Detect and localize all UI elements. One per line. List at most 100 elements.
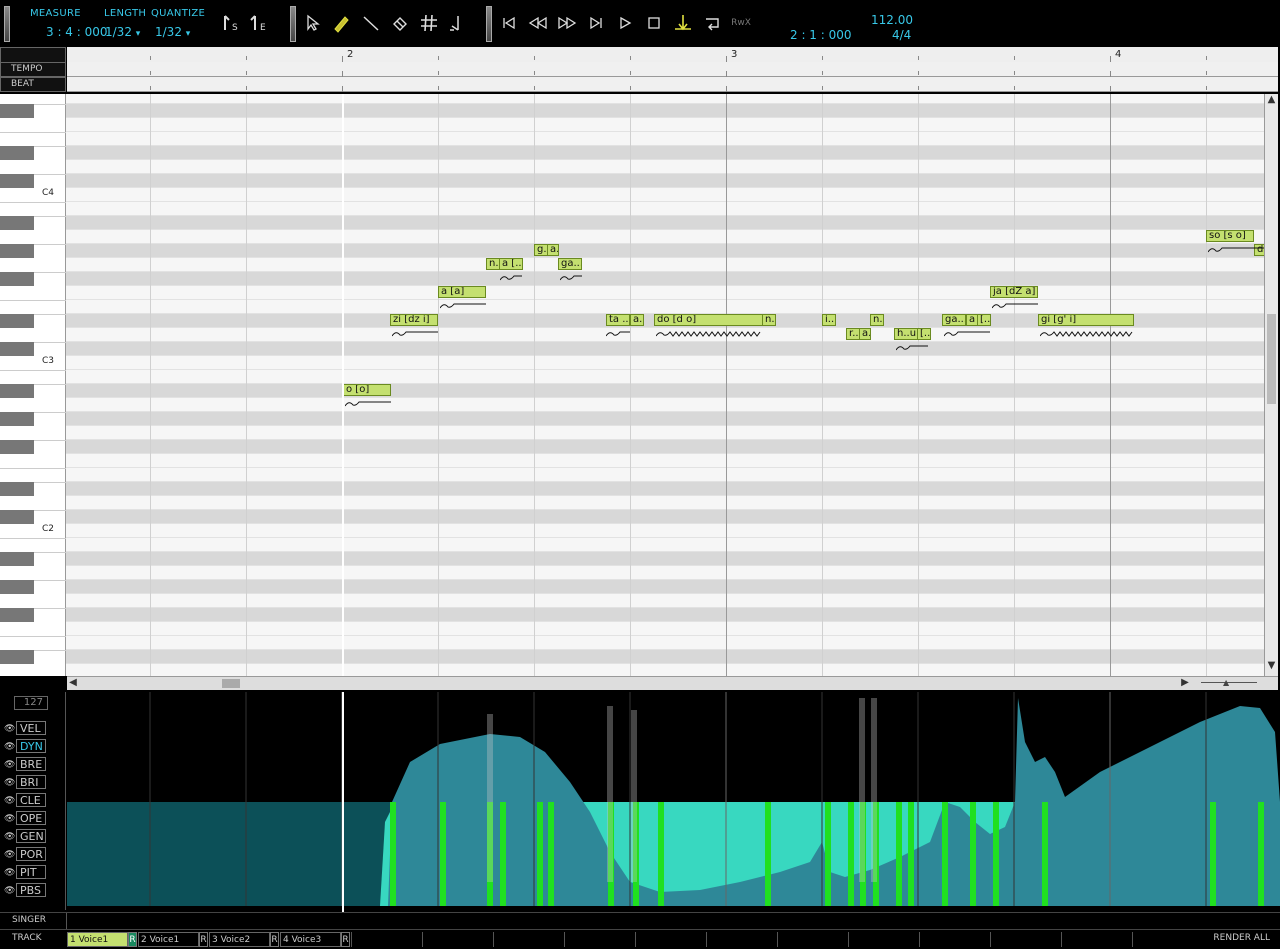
note[interactable]: ta ... [606, 314, 630, 326]
pitch-row[interactable] [0, 244, 1264, 258]
param-bre[interactable]: 👁 BRE [4, 757, 62, 773]
loop-icon[interactable] [701, 12, 723, 34]
note[interactable]: do [d o] [654, 314, 764, 326]
param-cle[interactable]: 👁 CLE [4, 793, 62, 809]
note[interactable]: a.. [859, 328, 871, 340]
pitch-row[interactable] [0, 146, 1264, 160]
black-key[interactable] [0, 412, 34, 426]
pitch-row[interactable] [0, 580, 1264, 594]
note[interactable]: [... [977, 314, 991, 326]
pitch-row[interactable] [0, 216, 1264, 230]
pencil-tool-icon[interactable] [330, 12, 352, 34]
arrow-tool-icon[interactable] [302, 12, 324, 34]
param-pbs[interactable]: 👁 PBS [4, 883, 62, 899]
piano-keyboard[interactable]: C4 C3 C2 [0, 94, 66, 676]
pitch-row[interactable] [0, 104, 1264, 118]
eye-icon[interactable]: 👁 [4, 884, 15, 898]
track-tab-4[interactable]: 4 Voice3 [280, 932, 341, 947]
rewire-icon[interactable]: RwX [730, 12, 752, 34]
pitch-row[interactable] [0, 496, 1264, 510]
position-readout[interactable]: 3 : 4 : 000 [46, 25, 108, 39]
horizontal-scroll-thumb[interactable] [222, 679, 240, 688]
fast-forward-icon[interactable] [556, 12, 578, 34]
pitch-row[interactable] [0, 440, 1264, 454]
pitch-row[interactable] [0, 468, 1264, 482]
pitch-row[interactable] [0, 174, 1264, 188]
pitch-row[interactable] [0, 552, 1264, 566]
param-gen[interactable]: 👁 GEN [4, 829, 62, 845]
piano-roll[interactable]: C4 C3 C2 o [o] zi [dz i] a [a] n...a [... g.… [0, 94, 1264, 676]
max-value-field[interactable]: 127 [14, 696, 48, 710]
black-key[interactable] [0, 314, 34, 328]
note[interactable]: a [... [499, 258, 523, 270]
play-icon[interactable] [614, 12, 636, 34]
pitch-row[interactable] [0, 342, 1264, 356]
note[interactable]: n.. [762, 314, 776, 326]
pitch-row[interactable] [0, 356, 1264, 370]
rewind-start-icon[interactable] [498, 12, 520, 34]
end-marker-icon[interactable]: E [248, 12, 270, 34]
track-tab-3[interactable]: 3 Voice2 [209, 932, 270, 947]
track-tab-2[interactable]: 2 Voice1 [138, 932, 199, 947]
pitch-row[interactable] [0, 636, 1264, 650]
note[interactable]: gi [g' i] [1038, 314, 1134, 326]
toolbar-grip[interactable] [486, 6, 492, 42]
eye-icon[interactable]: 👁 [4, 776, 15, 790]
black-key[interactable] [0, 608, 34, 622]
pitch-row[interactable] [0, 94, 1264, 104]
pitch-row[interactable] [0, 132, 1264, 146]
note[interactable]: ja [dZ a] [990, 286, 1038, 298]
quantize-select[interactable]: 1/32 ▾ [155, 25, 190, 39]
note[interactable]: ga... [558, 258, 582, 270]
black-key[interactable] [0, 384, 34, 398]
pitch-row[interactable] [0, 650, 1264, 664]
black-key[interactable] [0, 580, 34, 594]
pitch-row[interactable] [0, 566, 1264, 580]
note[interactable]: [... [917, 328, 931, 340]
tempo-track[interactable] [67, 62, 1278, 77]
pitch-row[interactable] [0, 510, 1264, 524]
track-render-toggle[interactable]: R [341, 932, 350, 947]
note[interactable]: zi [dz i] [390, 314, 438, 326]
stop-icon[interactable] [643, 12, 665, 34]
start-marker-icon[interactable]: S [220, 12, 242, 34]
rewind-icon[interactable] [527, 12, 549, 34]
eye-icon[interactable]: 👁 [4, 848, 15, 862]
eye-icon[interactable]: 👁 [4, 740, 15, 754]
eye-icon[interactable]: 👁 [4, 794, 15, 808]
param-pit[interactable]: 👁 PIT [4, 865, 62, 881]
pitch-row[interactable] [0, 664, 1264, 676]
pitch-row[interactable] [0, 608, 1264, 622]
param-dyn[interactable]: 👁 DYN [4, 739, 62, 755]
pitch-row[interactable] [0, 258, 1264, 272]
pitch-row[interactable] [0, 398, 1264, 412]
note[interactable]: so [s o] [1206, 230, 1254, 242]
black-key[interactable] [0, 510, 34, 524]
vertical-scrollbar[interactable]: ▲ ▼ [1264, 94, 1278, 676]
auto-scroll-icon[interactable] [672, 12, 694, 34]
pitch-row[interactable] [0, 412, 1264, 426]
note[interactable]: g... [534, 244, 548, 256]
toolbar-grip[interactable] [4, 6, 10, 42]
pitch-row[interactable] [0, 272, 1264, 286]
beat-track[interactable] [67, 77, 1278, 92]
black-key[interactable] [0, 216, 34, 230]
horizontal-scrollbar[interactable]: ◀ ▶ ▲ [67, 676, 1278, 690]
auto-tool-icon[interactable] [446, 12, 468, 34]
black-key[interactable] [0, 342, 34, 356]
pitch-row[interactable] [0, 426, 1264, 440]
pitch-row[interactable] [0, 230, 1264, 244]
forward-end-icon[interactable] [585, 12, 607, 34]
black-key[interactable] [0, 244, 34, 258]
toolbar-grip[interactable] [290, 6, 296, 42]
track-render-toggle[interactable]: R [270, 932, 279, 947]
pitch-row[interactable] [0, 384, 1264, 398]
track-render-toggle[interactable]: R [128, 932, 137, 947]
vertical-scroll-thumb[interactable] [1267, 314, 1276, 404]
eye-icon[interactable]: 👁 [4, 758, 15, 772]
scroll-left-icon[interactable]: ◀ [67, 677, 79, 689]
note[interactable]: a [a] [438, 286, 486, 298]
param-vel[interactable]: 👁 VEL [4, 721, 62, 737]
note[interactable]: ga... [942, 314, 966, 326]
pitch-row[interactable] [0, 524, 1264, 538]
